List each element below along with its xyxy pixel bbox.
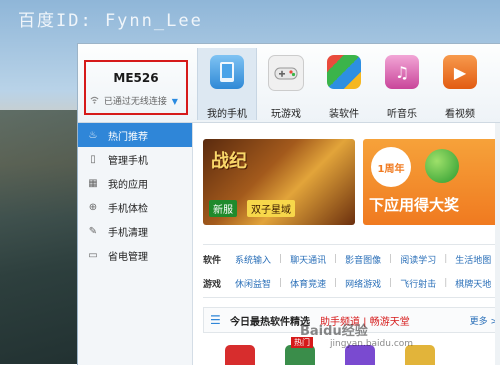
category-label: 游戏: [203, 279, 222, 290]
nav-my-phone[interactable]: 我的手机: [197, 48, 257, 120]
banner-text: 下应用得大奖: [369, 196, 460, 214]
games-links-row: 游戏 休闲益智 | 体育竞速 | 网络游戏 | 飞行射击 | 棋牌天地: [203, 273, 500, 293]
device-name: ME526: [113, 71, 159, 85]
chevron-down-icon[interactable]: ▼: [172, 97, 178, 106]
nav-music[interactable]: ♫ 听音乐: [373, 48, 431, 120]
divider: |: [279, 254, 283, 264]
ball-icon: [425, 149, 459, 183]
section-title: 今日最热软件精选: [230, 316, 310, 328]
list-icon: ☰: [210, 313, 221, 327]
connection-status-label: 已通过无线连接: [103, 97, 167, 107]
software-links-row: 软件 系统输入 | 聊天通讯 | 影音图像 | 阅读学习 | 生活地图: [203, 249, 500, 269]
plus-circle-icon: ⊕: [88, 201, 98, 213]
sidebar-item-label: 手机体检: [108, 203, 148, 215]
nav-label: 玩游戏: [271, 109, 301, 120]
category-link[interactable]: 飞行射击: [400, 277, 436, 290]
divider: |: [389, 254, 393, 264]
app-tile[interactable]: [225, 345, 255, 365]
category-link[interactable]: 聊天通讯: [290, 253, 326, 266]
sidebar-item-label: 省电管理: [108, 251, 148, 263]
phone-assistant-window: ME526 已通过无线连接 ▼ 我的手机 玩游戏 装软件 ♫ 听音乐 ▶ 看视频…: [77, 43, 500, 365]
phone-manage-icon: ▯: [90, 153, 96, 165]
apps-icon: [327, 55, 361, 89]
banner-tag: 双子星域: [247, 200, 295, 217]
nav-label: 装软件: [329, 109, 359, 120]
divider: |: [444, 254, 448, 264]
anniversary-banner[interactable]: 1周年 下应用得大奖: [363, 139, 500, 225]
watermark-id: 百度ID: Fynn_Lee: [18, 11, 203, 31]
sidebar-item-power[interactable]: ▭ 省电管理: [78, 243, 192, 267]
banner-title: 战纪: [211, 151, 247, 172]
sidebar-item-my-apps[interactable]: ▦ 我的应用: [78, 171, 192, 195]
category-link[interactable]: 网络游戏: [345, 277, 381, 290]
category-label: 软件: [203, 255, 222, 266]
sidebar-item-hot[interactable]: ♨ 热门推荐: [78, 123, 192, 147]
watermark-logo-text: Baidu经验: [300, 324, 368, 339]
nav-install-apps[interactable]: 装软件: [315, 48, 373, 120]
baidu-watermark: Baidu经验 jingyan.baidu.com: [300, 320, 413, 349]
category-link[interactable]: 系统输入: [235, 253, 271, 266]
device-info-panel[interactable]: ME526 已通过无线连接 ▼: [84, 60, 188, 115]
grid-icon: ▦: [88, 177, 98, 189]
music-icon: ♫: [385, 55, 419, 89]
sidebar-item-manage-phone[interactable]: ▯ 管理手机: [78, 147, 192, 171]
broom-icon: ✎: [88, 225, 98, 237]
category-link[interactable]: 生活地图: [455, 253, 491, 266]
sidebar-item-label: 热门推荐: [108, 131, 148, 143]
connection-status[interactable]: 已通过无线连接 ▼: [90, 94, 184, 107]
category-links: 软件 系统输入 | 聊天通讯 | 影音图像 | 阅读学习 | 生活地图 游戏 休…: [203, 244, 500, 298]
scrollbar[interactable]: [495, 123, 500, 365]
watermark-url: jingyan.baidu.com: [330, 339, 414, 349]
nav-video[interactable]: ▶ 看视频: [431, 48, 489, 120]
wifi-icon: [90, 96, 102, 107]
sidebar-item-cleanup[interactable]: ✎ 手机清理: [78, 219, 192, 243]
nav-pictures[interactable]: ▲ 看图: [489, 48, 500, 120]
sidebar: ♨ 热门推荐 ▯ 管理手机 ▦ 我的应用 ⊕ 手机体检 ✎ 手机清理 ▭ 省电管…: [78, 123, 193, 365]
sidebar-item-label: 手机清理: [108, 227, 148, 239]
sidebar-item-label: 管理手机: [108, 155, 148, 167]
nav-label: 听音乐: [387, 109, 417, 120]
game-banner[interactable]: 战纪 新服 双子星域: [203, 139, 355, 225]
banner-tag: 新服: [209, 200, 237, 217]
divider: |: [444, 278, 448, 288]
nav-games[interactable]: 玩游戏: [257, 48, 315, 120]
category-link[interactable]: 体育竞速: [290, 277, 326, 290]
gamepad-icon: [268, 55, 304, 91]
nav-label: 看视频: [445, 109, 475, 120]
video-icon: ▶: [443, 55, 477, 89]
anniversary-badge: 1周年: [371, 147, 411, 187]
sidebar-item-checkup[interactable]: ⊕ 手机体检: [78, 195, 192, 219]
nav-label: 我的手机: [207, 109, 247, 120]
category-link[interactable]: 休闲益智: [235, 277, 271, 290]
divider: |: [334, 278, 338, 288]
category-link[interactable]: 阅读学习: [400, 253, 436, 266]
sidebar-item-label: 我的应用: [108, 179, 148, 191]
main-nav: 我的手机 玩游戏 装软件 ♫ 听音乐 ▶ 看视频 ▲ 看: [197, 48, 500, 120]
nav-label: 看图: [489, 105, 500, 120]
category-link[interactable]: 影音图像: [345, 253, 381, 266]
fire-icon: ♨: [88, 129, 98, 141]
divider: |: [334, 254, 338, 264]
phone-icon: [210, 55, 244, 89]
more-link[interactable]: 更多 >: [470, 314, 498, 327]
divider: |: [279, 278, 283, 288]
divider: |: [389, 278, 393, 288]
battery-icon: ▭: [88, 249, 98, 261]
category-link[interactable]: 棋牌天地: [455, 277, 491, 290]
top-toolbar: ME526 已通过无线连接 ▼ 我的手机 玩游戏 装软件 ♫ 听音乐 ▶ 看视频: [78, 44, 500, 123]
